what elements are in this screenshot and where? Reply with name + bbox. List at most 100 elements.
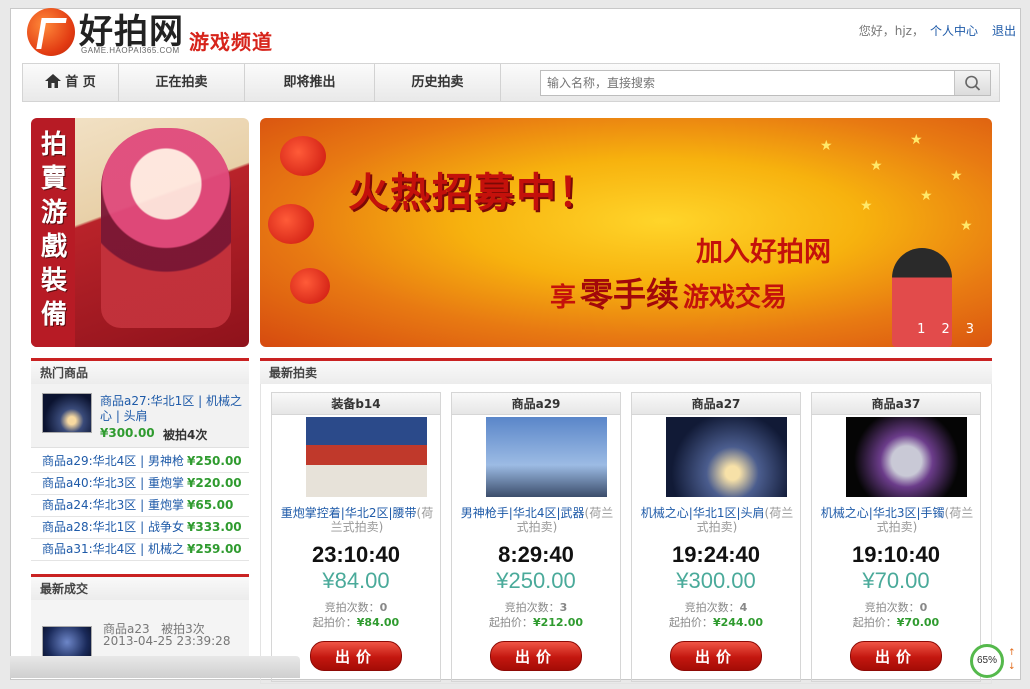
hot-item-price: ¥65.00 [187,498,234,512]
banner-offer-pre: 享 [550,283,577,313]
card-head[interactable]: 商品a37 [812,393,980,415]
side-banner[interactable]: 拍賣游戲裝備 [31,118,249,347]
auction-card: 商品a37 机械之心|华北3区|手镯(荷兰式拍卖) 19:10:40 ¥70.0… [811,392,981,682]
hot-top-thumbnail[interactable] [42,393,92,433]
nav-item-history[interactable]: 历史拍卖 [375,64,501,101]
card-count: 0 [919,601,928,614]
banner-page-3[interactable]: 3 [966,322,974,337]
list-item[interactable]: 商品a40:华北3区 | 重炮掌 ¥220.00 [31,473,249,495]
search-box [540,70,991,96]
hot-item-price: ¥333.00 [187,520,242,534]
hot-item-price: ¥220.00 [187,476,242,490]
card-count-label: 竞拍次数： [324,601,380,614]
card-price: ¥84.00 [322,568,390,593]
hot-item-name[interactable]: 商品a40:华北3区 | 重炮掌 [42,476,184,490]
card-image[interactable] [666,417,787,497]
logo-channel: 游戏频道 [189,30,273,54]
hot-top-item[interactable]: 商品a27:华北1区 | 机械之心 | 头肩 ¥300.00 被拍4次 [31,384,249,448]
anime-girl-illustration [101,128,231,328]
card-info: 竞拍次数：0 起拍价：¥70.00 [812,600,980,630]
search-button[interactable] [954,71,990,95]
logout-link[interactable]: 退出 [992,24,1016,38]
card-count-label: 竞拍次数： [864,601,920,614]
search-icon [965,75,981,91]
search-input[interactable] [541,71,941,95]
nav-item-current[interactable]: 正在拍卖 [119,64,245,101]
auction-card: 商品a29 男神枪手|华北4区|武器(荷兰式拍卖) 8:29:40 ¥250.0… [451,392,621,682]
latest-deals-title: 最新成交 [31,574,249,600]
star-icon: ★ [960,218,973,234]
card-start-price: ¥84.00 [356,616,400,629]
card-start-label: 起拍价： [668,616,713,629]
star-icon: ★ [910,132,923,148]
card-timer: 23:10:40 [311,542,401,567]
latest-auctions-title: 最新拍卖 [260,358,992,384]
main-nav: 首 页 正在拍卖 即将推出 历史拍卖 [22,63,1000,102]
banner-offer-em: 零手续 [580,275,680,314]
lantern-icon [290,268,330,304]
card-info: 竞拍次数：3 起拍价：¥212.00 [452,600,620,630]
auction-card: 装备b14 重炮掌控着|华北2区|腰带(荷兰式拍卖) 23:10:40 ¥84.… [271,392,441,682]
nav-home[interactable]: 首 页 [23,64,119,101]
hot-item-name[interactable]: 商品a24:华北3区 | 重炮掌 [42,498,184,512]
hot-top-name[interactable]: 商品a27:华北1区 | 机械之心 | 头肩 [100,394,248,424]
card-timer: 8:29:40 [498,542,574,567]
banner-headline: 火热招募中！ [348,170,600,216]
card-count-label: 竞拍次数： [504,601,560,614]
bid-button[interactable]: 出价 [310,641,402,671]
card-title-text[interactable]: 机械之心|华北3区|手镯 [821,506,945,520]
nav-home-label: 首 页 [65,75,96,90]
banner-pager: 1 2 3 [901,322,974,337]
card-start-label: 起拍价： [488,616,533,629]
card-image[interactable] [306,417,427,497]
card-title[interactable]: 机械之心|华北3区|手镯(荷兰式拍卖) [816,506,978,534]
card-title[interactable]: 男神枪手|华北4区|武器(荷兰式拍卖) [456,506,618,534]
logo-mark-icon [27,8,75,56]
banner-page-2[interactable]: 2 [941,322,949,337]
user-bar: 您好，hjz， 个人中心 退出 [859,22,1016,39]
speed-gauge-widget[interactable]: 65% [970,644,1004,678]
side-banner-text: 拍賣游戲裝備 [40,130,67,330]
main-banner[interactable]: ★ ★ ★ ★ ★ ★ ★ 火热招募中！ 加入好拍网 享零手续 游戏交易 1 2 3 [260,118,992,347]
card-image[interactable] [846,417,967,497]
home-icon [45,74,62,88]
hot-item-name[interactable]: 商品a31:华北4区 | 机械之 [42,542,184,556]
card-head[interactable]: 装备b14 [272,393,440,415]
star-icon: ★ [950,168,963,184]
hot-item-name[interactable]: 商品a28:华北1区 | 战争女 [42,520,184,534]
star-icon: ★ [820,138,833,154]
banner-page-1[interactable]: 1 [917,322,925,337]
list-item[interactable]: 商品a24:华北3区 | 重炮掌 ¥65.00 [31,495,249,517]
card-head[interactable]: 商品a29 [452,393,620,415]
bid-button[interactable]: 出价 [850,641,942,671]
hot-top-bids: 被拍4次 [163,428,208,442]
bid-button[interactable]: 出价 [670,641,762,671]
card-count: 4 [739,601,748,614]
user-center-link[interactable]: 个人中心 [930,24,978,38]
hot-item-price: ¥259.00 [187,542,242,556]
bid-button[interactable]: 出价 [490,641,582,671]
hot-item-name[interactable]: 商品a29:华北4区 | 男神枪 [42,454,184,468]
speed-arrows-icon: ↑ ↓ [1008,648,1016,672]
banner-line-offer: 享零手续 游戏交易 [550,268,787,316]
card-price: ¥250.00 [496,568,576,593]
horizontal-scrollbar[interactable] [10,656,300,678]
card-price: ¥70.00 [862,568,930,593]
nav-item-upcoming[interactable]: 即将推出 [245,64,375,101]
card-start-price: ¥244.00 [712,616,764,629]
star-icon: ★ [870,158,883,174]
list-item[interactable]: 商品a28:华北1区 | 战争女 ¥333.00 [31,517,249,539]
card-title-text[interactable]: 男神枪手|华北4区|武器 [461,506,585,520]
card-image[interactable] [486,417,607,497]
list-item[interactable]: 商品a29:华北4区 | 男神枪 ¥250.00 [31,451,249,473]
card-title-text[interactable]: 重炮掌控着|华北2区|腰带 [281,506,417,520]
deal-time: 2013-04-25 23:39:28 [103,634,231,648]
card-count: 3 [559,601,568,614]
card-title[interactable]: 机械之心|华北1区|头肩(荷兰式拍卖) [636,506,798,534]
card-title-text[interactable]: 机械之心|华北1区|头肩 [641,506,765,520]
card-head[interactable]: 商品a27 [632,393,800,415]
hot-top-price: ¥300.00 [100,426,155,440]
site-logo[interactable]: 好拍网 GAME.HAOPAI365.COM 游戏频道 [27,4,297,62]
card-title[interactable]: 重炮掌控着|华北2区|腰带(荷兰式拍卖) [276,506,438,534]
list-item[interactable]: 商品a31:华北4区 | 机械之 ¥259.00 [31,539,249,561]
